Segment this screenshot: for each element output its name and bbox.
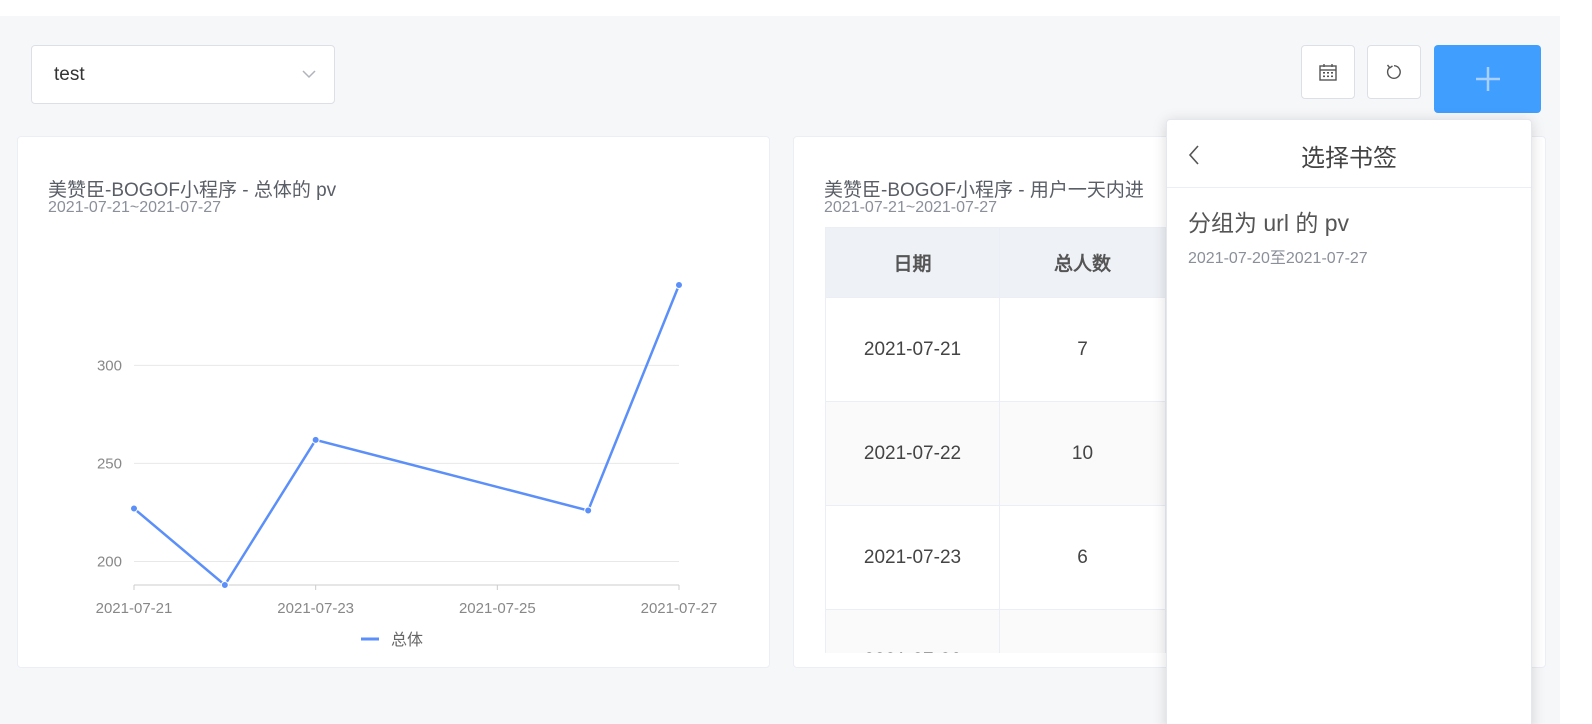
cell-date: 2021-07-21	[825, 297, 1000, 402]
cell-date: 2021-07-26	[825, 609, 1000, 653]
cell-total	[999, 609, 1166, 653]
calendar-icon	[1319, 64, 1337, 81]
project-select[interactable]: test	[31, 45, 335, 104]
cell-total: 7	[999, 297, 1166, 402]
data-point	[311, 435, 320, 444]
scrollbar-gutter	[1560, 0, 1592, 724]
popover-header: 选择书签	[1167, 120, 1531, 188]
cell-date: 2021-07-23	[825, 505, 1000, 610]
data-point	[130, 504, 138, 513]
bookmark-title: 分组为 url 的 pv	[1188, 210, 1350, 236]
bookmark-popover: 选择书签 分组为 url 的 pv 2021-07-20至2021-07-27	[1166, 119, 1532, 724]
legend-label: 总体	[391, 631, 423, 649]
plus-icon	[1475, 67, 1500, 91]
y-tick-label: 250	[97, 455, 122, 472]
column-header-total[interactable]: 总人数	[999, 227, 1166, 298]
x-tick-label: 2021-07-23	[277, 600, 354, 617]
cell-date: 2021-07-22	[825, 401, 1000, 506]
refresh-icon	[1386, 64, 1401, 79]
cell-total: 6	[999, 505, 1166, 610]
chevron-down-icon	[302, 70, 316, 79]
column-header-date[interactable]: 日期	[825, 227, 1000, 298]
cell-total: 10	[999, 401, 1166, 506]
pv-chart-card: 美赞臣-BOGOF小程序 - 总体的 pv 2021-07-21~2021-07…	[17, 136, 770, 668]
add-button[interactable]	[1434, 45, 1541, 113]
y-tick-label: 200	[97, 553, 122, 570]
data-point	[220, 581, 229, 589]
bookmark-date-range: 2021-07-20至2021-07-27	[1188, 250, 1368, 267]
data-point	[584, 506, 593, 515]
data-point	[675, 281, 683, 289]
x-tick-label: 2021-07-21	[96, 600, 173, 617]
pv-line-chart: 200 250 300 2021-07-21 2021-07-23 2021-07-25 2…	[96, 281, 718, 649]
x-tick-label: 2021-07-25	[459, 600, 536, 617]
refresh-button[interactable]	[1367, 45, 1421, 99]
bookmark-item[interactable]: 分组为 url 的 pv 2021-07-20至2021-07-27	[1188, 204, 1368, 268]
x-tick-label: 2021-07-27	[641, 600, 718, 617]
y-tick-label: 300	[97, 357, 122, 374]
top-bar	[0, 0, 1560, 16]
popover-title: 选择书签	[1301, 145, 1397, 172]
project-select-value: test	[54, 63, 85, 85]
series-line	[133, 284, 681, 587]
calendar-button[interactable]	[1301, 45, 1355, 99]
